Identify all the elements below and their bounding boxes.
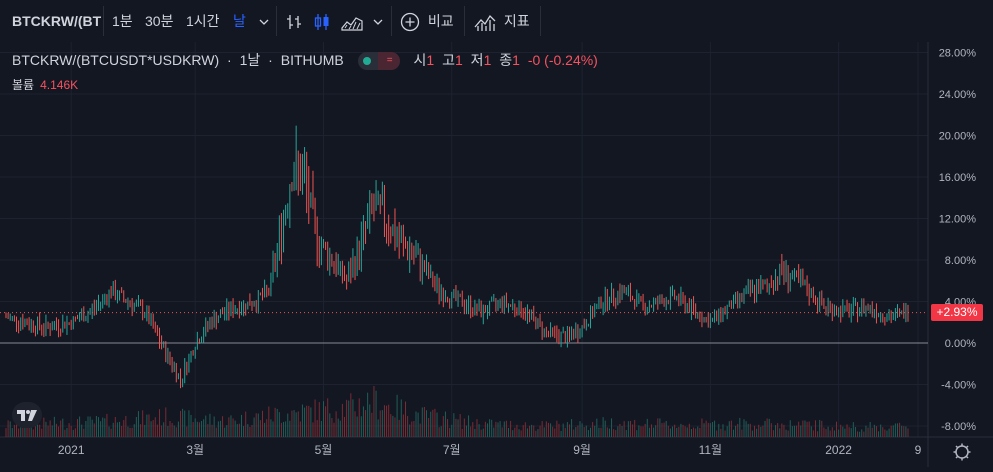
ohlc-low-label: 저: [470, 52, 484, 68]
interval-1h[interactable]: 1시간: [186, 0, 220, 42]
volume-label: 볼륨: [12, 78, 35, 92]
toolbar-divider: [464, 6, 465, 36]
plus-circle-icon: [400, 13, 420, 32]
interval-day[interactable]: 날: [233, 0, 246, 42]
chevron-down-icon: [259, 19, 269, 26]
last-value-badge: +2.93%: [931, 304, 983, 321]
indicators-label: 지표: [503, 13, 530, 29]
candle-style-icon: [314, 14, 329, 31]
market-open-dot: [362, 57, 371, 66]
chart-legend: BTCKRW/(BTCUSDT*USDKRW) · 1날 · BITHUMB =…: [12, 50, 598, 71]
area-style-icon: [341, 17, 363, 31]
y-tick-label: 24.00%: [939, 89, 977, 101]
market-status-toggle[interactable]: =: [357, 52, 400, 71]
bar-style-icon: [287, 15, 301, 30]
style-dropdown[interactable]: [372, 0, 384, 42]
interval-dropdown[interactable]: [258, 0, 270, 42]
indicators-icon: [474, 15, 496, 32]
interval-30m[interactable]: 30분: [145, 0, 173, 42]
chart-area[interactable]: 28.00% 24.00% 20.00% 16.00% 12.00% 8.00% 4.00%…: [0, 42, 993, 467]
ohlc-open-label: 시: [413, 52, 427, 68]
ohlc-high-value: 1: [454, 52, 463, 68]
legend-interval: 1날: [239, 52, 261, 68]
legend-separator: ·: [268, 52, 273, 68]
bar-style-button[interactable]: [285, 0, 303, 42]
y-tick-label: 16.00%: [939, 172, 977, 184]
ohlc-close-label: 종: [499, 52, 513, 68]
y-tick-label: 0.00%: [945, 338, 976, 350]
tradingview-logo-icon[interactable]: [12, 402, 42, 428]
ohlc-open-value: 1: [426, 52, 435, 68]
x-tick-label: 9월: [573, 443, 591, 457]
toolbar-divider: [391, 6, 392, 36]
legend-symbol[interactable]: BTCKRW/(BTCUSDT*USDKRW): [12, 52, 219, 68]
x-tick-label: 3월: [186, 443, 204, 457]
y-tick-label: -8.00%: [941, 421, 976, 433]
equals-icon: =: [386, 55, 393, 67]
ohlc-low-value: 1: [483, 52, 492, 68]
y-tick-label: 20.00%: [939, 131, 977, 143]
ohlc-change: -0 (-0.24%): [527, 52, 598, 68]
ohlc-high-label: 고: [442, 52, 455, 68]
y-tick-label: -4.00%: [941, 380, 976, 392]
y-tick-label: 28.00%: [939, 48, 977, 60]
symbol-search[interactable]: BTCKRW/(BT: [12, 0, 101, 42]
x-tick-label: 9: [915, 443, 922, 457]
legend-exchange: BITHUMB: [280, 52, 344, 68]
volume-value: 4.146K: [40, 78, 79, 92]
volume-legend: 볼륨 4.146K: [12, 76, 78, 93]
compare-button[interactable]: 비교: [400, 0, 454, 42]
price-chart[interactable]: 28.00%24.00%20.00%16.00%12.00%8.00%4.00%…: [0, 42, 993, 467]
toolbar-divider: [103, 6, 104, 36]
x-tick-label: 11월: [699, 443, 723, 457]
y-tick-label: 12.00%: [939, 214, 977, 226]
toolbar-divider: [276, 6, 277, 36]
compare-label: 비교: [427, 13, 454, 29]
indicators-button[interactable]: 지표: [474, 0, 530, 42]
tradingview-logo-glyph: [17, 410, 37, 422]
x-tick-label: 5월: [315, 443, 333, 457]
chevron-down-icon: [373, 19, 383, 26]
x-tick-label: 7월: [443, 443, 461, 457]
x-tick-label: 2022: [825, 443, 852, 457]
chart-background: [0, 42, 993, 467]
top-toolbar: BTCKRW/(BT 1분 30분 1시간 날 비교 지표: [0, 0, 993, 43]
ohlc-close-value: 1: [512, 52, 520, 68]
interval-1m[interactable]: 1분: [112, 0, 133, 42]
candle-style-button[interactable]: [313, 0, 331, 42]
x-tick-label: 2021: [58, 443, 85, 457]
area-style-button[interactable]: [341, 0, 363, 42]
y-tick-label: 8.00%: [945, 255, 976, 267]
legend-separator: ·: [227, 52, 232, 68]
toolbar-divider: [540, 6, 541, 36]
